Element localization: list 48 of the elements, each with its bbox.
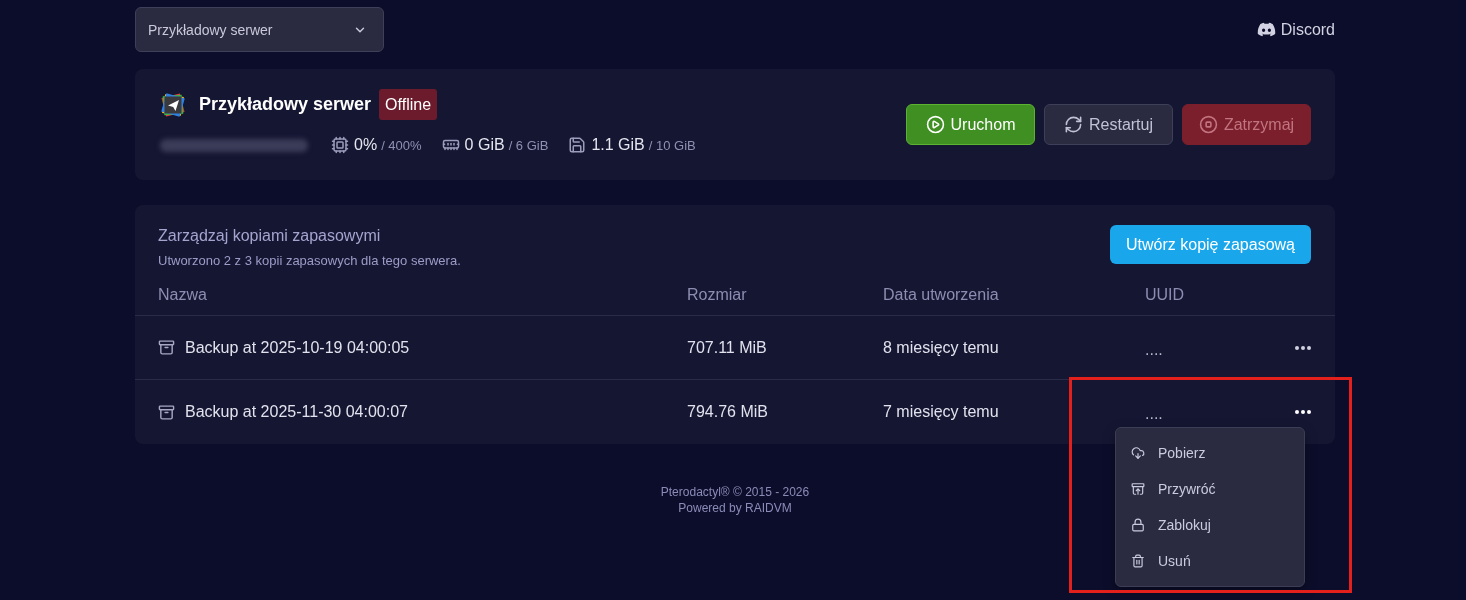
backup-size: 707.11 MiB — [687, 338, 768, 357]
ellipsis-icon — [1295, 345, 1311, 350]
stat-value: 0% — [354, 136, 378, 154]
card-title: Zarządzaj kopiami zapasowymi — [158, 226, 382, 246]
stat-value: 1.1 GiB — [591, 136, 645, 154]
stat-limit: / 6 GiB — [508, 137, 549, 153]
backup-uuid: .... — [1145, 339, 1163, 359]
archive-upload-icon — [1131, 482, 1145, 496]
refresh-icon — [1064, 115, 1083, 134]
backup-name: Backup at 2025-11-30 04:00:07 — [185, 403, 408, 421]
play-icon — [925, 115, 945, 134]
trash-icon — [1131, 554, 1145, 568]
footer-text: Powered by RAIDVM — [678, 500, 792, 516]
cloud-download-icon — [1131, 446, 1145, 460]
status-badge: Offline — [379, 89, 438, 120]
server-select[interactable]: Przykładowy serwer — [135, 7, 384, 52]
ellipsis-icon — [1295, 410, 1311, 414]
column-header: Data utworzenia — [883, 285, 1000, 304]
stop-icon — [1198, 115, 1218, 134]
start-button[interactable]: Uruchom — [906, 104, 1035, 145]
paper-plane-logo-icon — [160, 91, 186, 118]
backup-name: Backup at 2025-10-19 04:00:05 — [185, 338, 410, 357]
menu-item[interactable]: Usuń — [1116, 543, 1304, 579]
discord-link[interactable]: Discord — [1256, 20, 1335, 39]
card-subtitle: Utworzono 2 z 3 kopii zapasowych dla tego serwera. — [158, 253, 461, 269]
stat-value: 0 GiB — [464, 136, 505, 154]
backup-date: 8 miesięcy temu — [883, 338, 1000, 357]
backup-uuid: .... — [1145, 404, 1163, 423]
column-header: Rozmiar — [687, 285, 748, 304]
footer-text: Pterodactyl® © 2015 - 2026 — [660, 484, 810, 500]
lock-icon — [1131, 518, 1145, 532]
server-name: Przykładowy serwer — [199, 94, 372, 115]
menu-item[interactable]: Pobierz — [1116, 435, 1304, 471]
more-options-button[interactable] — [1295, 410, 1311, 414]
more-options-button[interactable] — [1295, 345, 1311, 350]
stat-limit: / 10 GiB — [648, 137, 696, 153]
column-header: UUID — [1145, 285, 1186, 304]
menu-item[interactable]: Przywróć — [1116, 471, 1304, 507]
cpu-icon — [331, 136, 349, 154]
backup-date: 7 miesięcy temu — [883, 403, 1000, 421]
restart-button[interactable]: Restartuj — [1044, 104, 1173, 145]
discord-icon — [1256, 20, 1276, 39]
column-header: Nazwa — [158, 285, 208, 304]
menu-item[interactable]: Zablokuj — [1116, 507, 1304, 543]
archive-box-icon — [158, 403, 175, 421]
stat-limit: / 400% — [381, 137, 422, 153]
archive-box-icon — [158, 339, 175, 356]
backup-size: 794.76 MiB — [687, 403, 769, 421]
